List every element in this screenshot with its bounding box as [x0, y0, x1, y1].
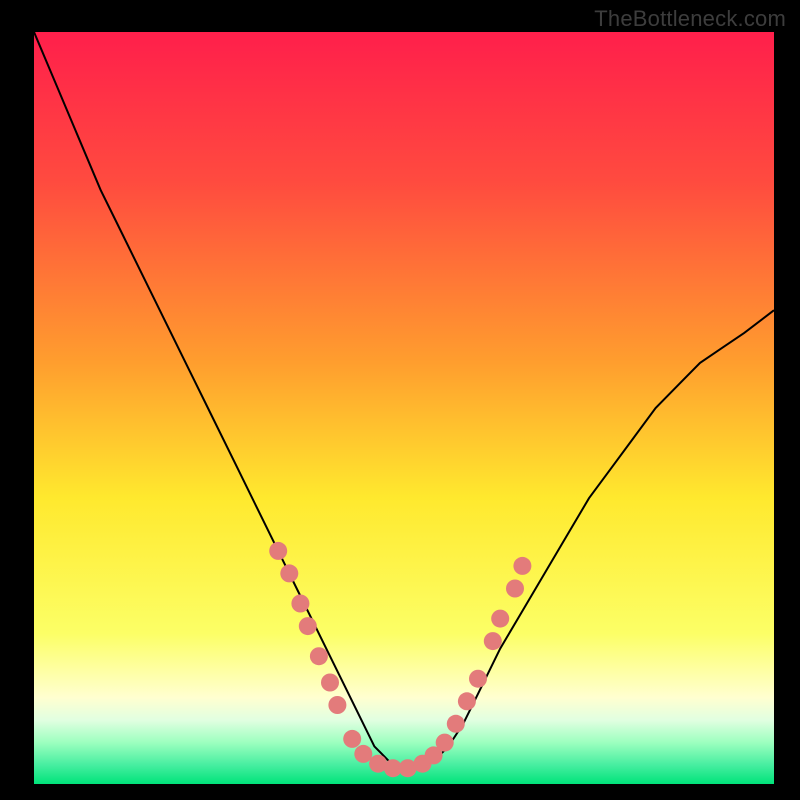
- scatter-marker: [269, 542, 287, 560]
- scatter-marker: [343, 730, 361, 748]
- watermark-text: TheBottleneck.com: [594, 6, 786, 32]
- scatter-marker: [436, 734, 454, 752]
- chart-container: TheBottleneck.com: [0, 0, 800, 800]
- scatter-marker: [484, 632, 502, 650]
- scatter-marker: [299, 617, 317, 635]
- plot-area: [34, 32, 774, 784]
- scatter-marker: [321, 674, 339, 692]
- scatter-marker: [447, 715, 465, 733]
- gradient-background: [34, 32, 774, 784]
- scatter-marker: [280, 564, 298, 582]
- scatter-marker: [458, 692, 476, 710]
- scatter-marker: [513, 557, 531, 575]
- scatter-marker: [491, 610, 509, 628]
- scatter-marker: [310, 647, 328, 665]
- scatter-marker: [291, 595, 309, 613]
- scatter-marker: [469, 670, 487, 688]
- scatter-marker: [506, 580, 524, 598]
- scatter-marker: [328, 696, 346, 714]
- scatter-marker: [354, 745, 372, 763]
